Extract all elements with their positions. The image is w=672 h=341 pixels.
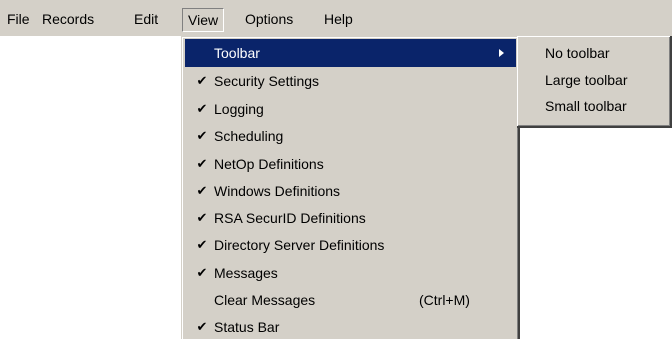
submenu-item-small-toolbar[interactable]: Small toolbar	[520, 93, 666, 119]
view-menu-item-status-bar[interactable]: ✔ Status Bar	[185, 313, 516, 341]
menu-records[interactable]: Records	[42, 8, 94, 32]
checkmark-icon: ✔	[196, 73, 208, 88]
view-menu-item-logging[interactable]: ✔ Logging	[185, 95, 516, 123]
checkmark-icon: ✔	[196, 265, 208, 280]
menu-view[interactable]: View	[182, 8, 225, 32]
menu-file[interactable]: File	[7, 8, 30, 32]
submenu-item-no-toolbar[interactable]: No toolbar	[520, 40, 666, 66]
checkmark-icon: ✔	[196, 210, 208, 225]
view-menu-item-toolbar[interactable]: Toolbar	[185, 39, 516, 67]
checkmark-icon: ✔	[196, 183, 208, 198]
menu-item-label: Messages	[214, 265, 278, 281]
menu-item-label: Security Settings	[214, 73, 320, 89]
checkmark-icon: ✔	[196, 156, 208, 171]
menu-item-label: Logging	[214, 101, 264, 117]
submenu-item-large-toolbar[interactable]: Large toolbar	[520, 67, 666, 93]
view-menu-item-rsa-securid-definitions[interactable]: ✔ RSA SecurID Definitions	[185, 204, 516, 232]
view-menu-item-messages[interactable]: ✔ Messages	[185, 259, 516, 287]
menu-item-label: Scheduling	[214, 128, 284, 144]
menu-item-label: Toolbar	[214, 45, 260, 61]
menu-edit[interactable]: Edit	[134, 8, 158, 32]
view-menu-item-windows-definitions[interactable]: ✔ Windows Definitions	[185, 177, 516, 205]
menu-item-label: NetOp Definitions	[214, 156, 324, 172]
view-menu-item-clear-messages[interactable]: Clear Messages (Ctrl+M)	[185, 286, 516, 314]
menu-item-shortcut: (Ctrl+M)	[419, 292, 470, 308]
checkmark-icon: ✔	[196, 237, 208, 252]
menu-item-label: Status Bar	[214, 319, 280, 335]
view-menu-item-directory-server-definitions[interactable]: ✔ Directory Server Definitions	[185, 231, 516, 259]
menu-item-label: Clear Messages	[214, 292, 316, 308]
menu-options[interactable]: Options	[245, 8, 293, 32]
view-menu-item-netop-definitions[interactable]: ✔ NetOp Definitions	[185, 150, 516, 178]
menu-bar: File Records Edit View Options Help	[0, 0, 672, 36]
checkmark-icon: ✔	[196, 101, 208, 116]
menu-item-label: Windows Definitions	[214, 183, 341, 199]
menu-help[interactable]: Help	[324, 8, 353, 32]
view-menu-dropdown: Toolbar ✔ Security Settings ✔ Logging ✔ …	[181, 36, 520, 339]
toolbar-submenu: No toolbar Large toolbar Small toolbar	[517, 36, 672, 128]
chevron-right-icon	[499, 49, 504, 57]
menu-item-label: Directory Server Definitions	[214, 237, 385, 253]
checkmark-icon: ✔	[196, 319, 208, 334]
checkmark-icon: ✔	[196, 128, 208, 143]
view-menu-item-security-settings[interactable]: ✔ Security Settings	[185, 67, 516, 95]
view-menu-item-scheduling[interactable]: ✔ Scheduling	[185, 122, 516, 150]
menu-item-label: RSA SecurID Definitions	[214, 210, 366, 226]
